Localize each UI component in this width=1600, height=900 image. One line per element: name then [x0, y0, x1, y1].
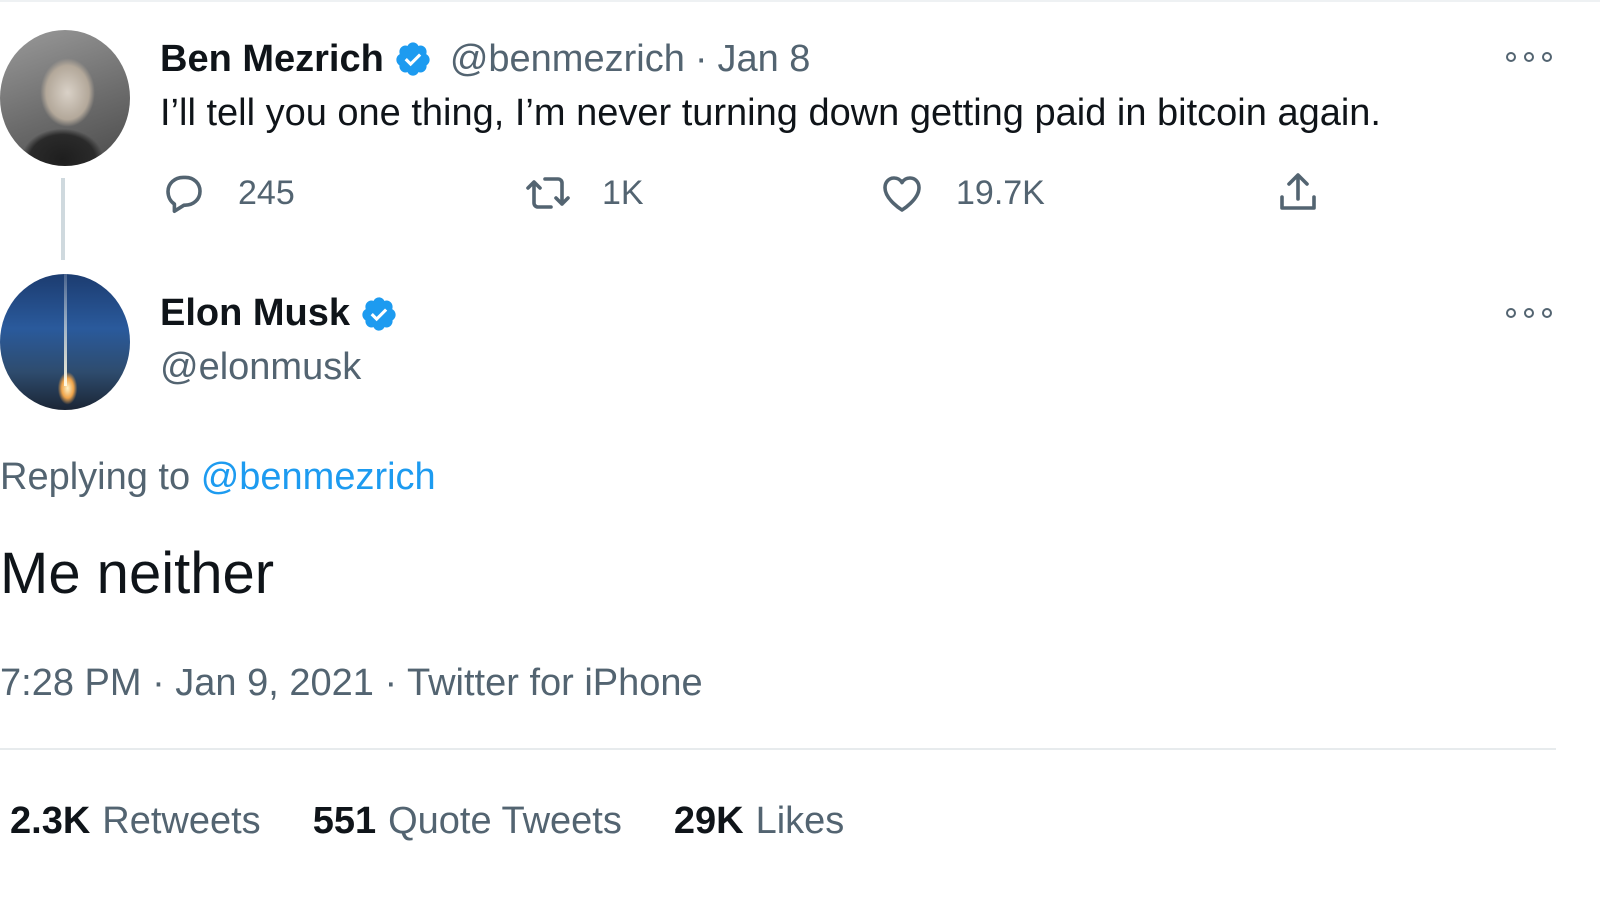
more-options-icon[interactable] — [1506, 50, 1552, 64]
parent-tweet-header: Ben Mezrich @benmezrich · Jan 8 — [160, 36, 810, 82]
separator-dot: · — [694, 37, 708, 80]
stat-value: 551 — [312, 800, 377, 842]
parent-author-name[interactable]: Ben Mezrich — [160, 38, 384, 81]
avatar-ben-mezrich[interactable] — [0, 30, 130, 166]
replying-to: Replying to @benmezrich — [0, 456, 436, 499]
tweet-thread-view: Ben Mezrich @benmezrich · Jan 8 I’ll tel… — [0, 0, 1600, 900]
parent-tweet-date[interactable]: Jan 8 — [717, 38, 810, 81]
stat-label: Quote Tweets — [388, 800, 622, 842]
rocket-trail-image — [64, 274, 67, 386]
stat-label: Likes — [755, 800, 845, 842]
verified-badge-icon — [362, 296, 396, 331]
thread-connector-line — [61, 178, 65, 260]
stat-likes[interactable]: 29K Likes — [674, 800, 844, 843]
like-count: 19.7K — [956, 173, 1045, 212]
tweet-stats: 2.3K Retweets 551 Quote Tweets 29K Likes — [10, 800, 896, 843]
stat-quote-tweets[interactable]: 551 Quote Tweets — [313, 800, 622, 843]
parent-author-handle[interactable]: @benmezrich — [450, 38, 685, 81]
divider — [0, 748, 1556, 750]
verified-badge-icon — [396, 42, 430, 76]
reply-icon — [166, 175, 202, 213]
stat-retweets[interactable]: 2.3K Retweets — [10, 800, 261, 843]
stat-value: 29K — [673, 800, 744, 842]
share-button[interactable] — [1274, 168, 1322, 218]
reply-button[interactable]: 245 — [160, 168, 295, 218]
replying-to-label: Replying to — [0, 456, 191, 498]
main-author-handle[interactable]: @elonmusk — [160, 346, 361, 389]
share-icon — [1280, 173, 1316, 210]
parent-tweet-actions: 245 1K 19.7K — [160, 168, 1360, 218]
top-border — [0, 0, 1600, 2]
main-tweet-text: Me neither — [0, 541, 275, 606]
heart-icon — [883, 176, 921, 212]
like-button[interactable]: 19.7K — [878, 168, 1045, 218]
replying-to-handle-link[interactable]: @benmezrich — [201, 456, 436, 498]
main-tweet-header: Elon Musk — [160, 292, 398, 335]
retweet-count: 1K — [602, 173, 644, 212]
more-options-icon[interactable] — [1506, 306, 1552, 320]
retweet-button[interactable]: 1K — [524, 168, 644, 218]
stat-label: Retweets — [102, 800, 261, 842]
reply-count: 245 — [238, 173, 295, 212]
stat-value: 2.3K — [10, 800, 91, 842]
retweet-icon — [526, 177, 570, 209]
main-author-name[interactable]: Elon Musk — [160, 292, 350, 335]
tweet-timestamp-source[interactable]: 7:28 PM · Jan 9, 2021 · Twitter for iPho… — [0, 662, 703, 705]
parent-tweet-text: I’ll tell you one thing, I’m never turni… — [160, 92, 1381, 134]
avatar-elon-musk[interactable] — [0, 274, 130, 410]
